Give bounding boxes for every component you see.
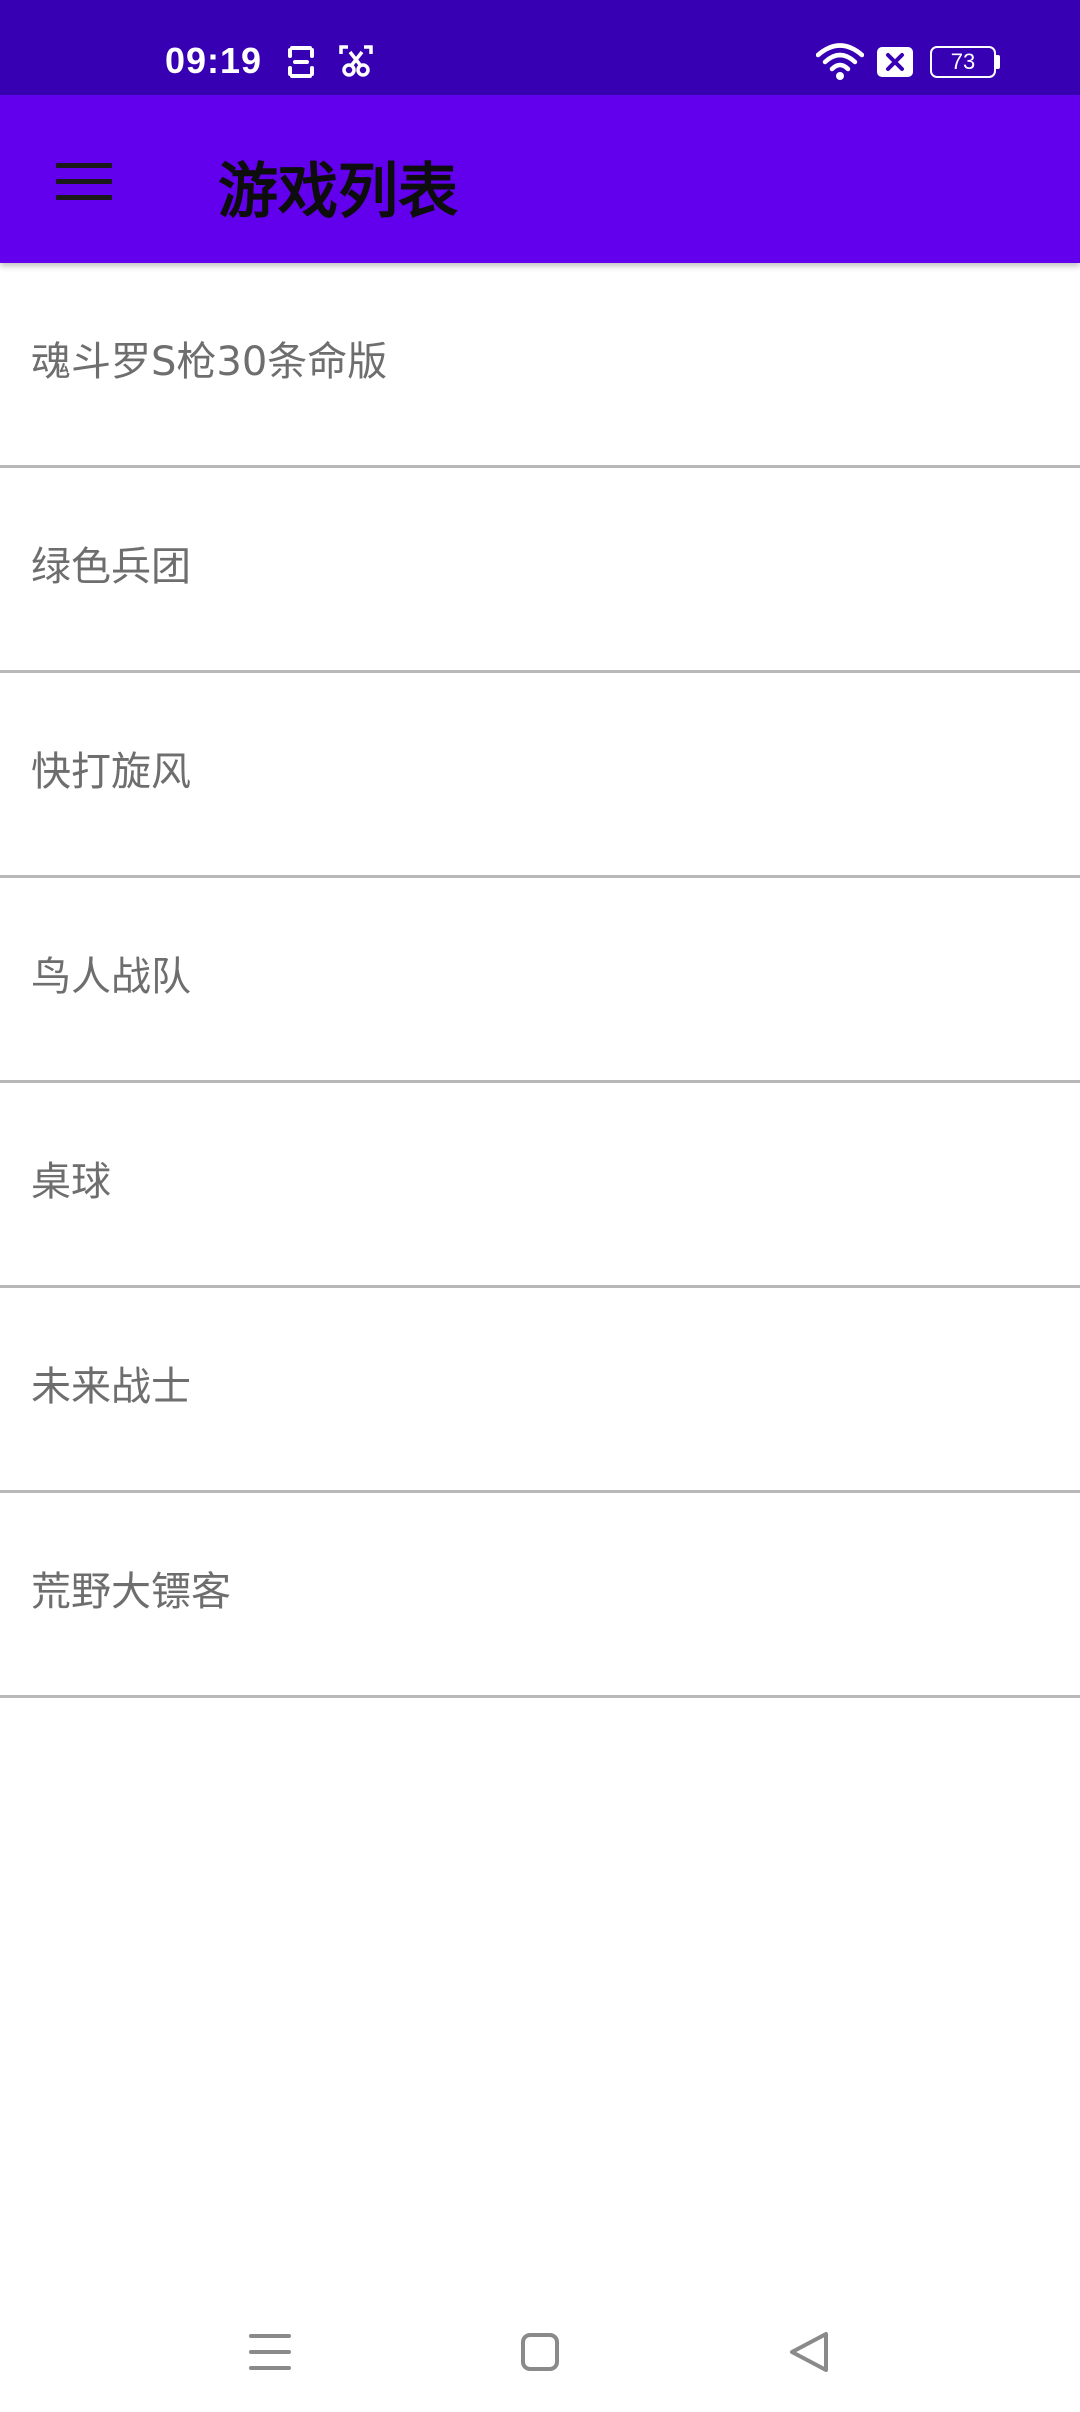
list-item-label: 鸟人战队 [31,954,191,1000]
screenshot-icon [339,45,373,77]
list-item-game-6[interactable]: 未来战士 [0,1288,1080,1493]
list-item-game-7[interactable]: 荒野大镖客 [0,1493,1080,1698]
battery-level: 73 [950,49,976,74]
menu-button[interactable] [36,141,132,221]
list-item-game-5[interactable]: 桌球 [0,1083,1080,1288]
list-item-label: 荒野大镖客 [31,1569,231,1615]
list-item-game-2[interactable]: 绿色兵团 [0,468,1080,673]
list-item-label: 绿色兵团 [31,544,191,590]
battery-tip [996,55,1000,69]
sim-x-icon [877,47,913,77]
face-unlock-icon [288,46,314,78]
back-button[interactable] [760,2302,860,2402]
home-icon [521,2333,559,2371]
list-item-game-1[interactable]: 魂斗罗S枪30条命版 [0,263,1080,468]
list-item-game-4[interactable]: 鸟人战队 [0,878,1080,1083]
list-item-game-3[interactable]: 快打旋风 [0,673,1080,878]
wifi-icon [816,43,864,80]
home-button[interactable] [490,2302,590,2402]
recents-button[interactable] [220,2302,320,2402]
list-item-label: 魂斗罗S枪30条命版 [31,339,388,385]
hamburger-menu-icon [36,141,132,221]
list-item-label: 桌球 [31,1159,111,1205]
status-time: 09:19 [165,40,263,81]
battery-indicator: 73 [930,46,996,78]
recents-icon [249,2334,291,2370]
page-title: 游戏列表 [218,157,458,227]
status-bar: 09:19 73 [0,0,1080,95]
app-bar: 游戏列表 [0,95,1080,263]
list-item-label: 快打旋风 [31,749,191,795]
game-list: 魂斗罗S枪30条命版 绿色兵团 快打旋风 鸟人战队 桌球 未来战士 荒野大镖客 [0,263,1080,1698]
back-icon [790,2332,828,2372]
list-item-label: 未来战士 [31,1364,191,1410]
system-nav-bar [0,2286,1080,2412]
